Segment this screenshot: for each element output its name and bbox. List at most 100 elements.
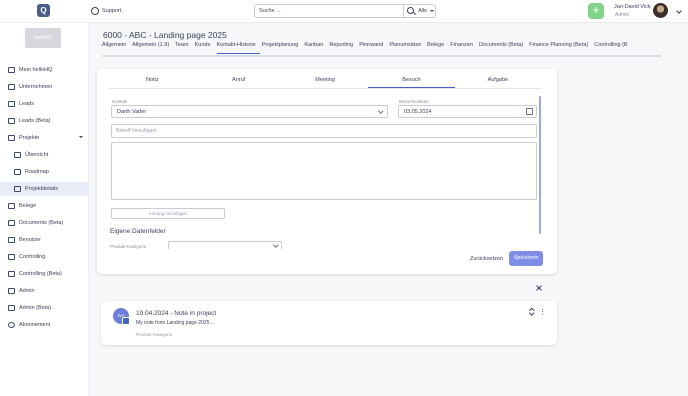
tab-kontakt-historie[interactable]: Kontakt-Historie — [216, 42, 260, 54]
subtab-notiz[interactable]: Notiz — [109, 77, 195, 88]
dashboard-icon — [8, 67, 15, 73]
entry-text: My note from Landing page 2025 ... — [136, 320, 215, 326]
sidebar-item-label: Leads (Beta) — [19, 118, 51, 124]
chevron-down-icon — [273, 242, 279, 248]
monitor-icon — [14, 152, 21, 158]
sidebar-item-admin-beta[interactable]: Admin (Beta) — [0, 301, 89, 315]
sidebar-item-label: Controlling — [19, 254, 46, 260]
sidebar-item-benutzer[interactable]: Benutzer — [0, 233, 89, 247]
tab-allgemein[interactable]: Allgemein — [102, 42, 130, 54]
roadmap-icon — [14, 169, 21, 175]
sidebar-item-projekte[interactable]: Projekte — [0, 131, 89, 145]
tab-reporting[interactable]: Reporting — [329, 42, 357, 54]
search-scope-select[interactable]: Alle — [418, 8, 427, 14]
tab-finance-planning-beta[interactable]: Finance Planning (Beta) — [529, 42, 592, 54]
avatar[interactable] — [653, 3, 668, 18]
sidebar-item-label: Mein helloHQ — [19, 67, 53, 73]
entry-title: 19.04.2024 - Note in project — [136, 310, 217, 317]
tab-finanzen[interactable]: Finanzen — [450, 42, 477, 54]
chevron-down-icon[interactable] — [430, 10, 434, 12]
tab-allgemein-1-9[interactable]: Allgemein (1.9) — [132, 42, 173, 54]
search-input[interactable]: Suche ... — [259, 8, 281, 14]
subtab-meeting[interactable]: Meeting — [282, 77, 368, 88]
tab-pinnwand[interactable]: Pinnwand — [359, 42, 387, 54]
expand-chevron-icon[interactable] — [529, 308, 535, 316]
visit-date-value: 03.05.2024 — [404, 109, 432, 115]
visit-date-label: Besuchsdatum — [399, 99, 429, 104]
tag-icon — [8, 118, 15, 124]
subject-placeholder: Betreff hinzufügen — [116, 128, 157, 134]
tools-icon — [8, 305, 15, 311]
sidebar-item-abonnement[interactable]: Abonnement — [0, 318, 89, 332]
tab-planumsaetze[interactable]: Planumsätze — [389, 42, 425, 54]
tools-icon — [8, 288, 15, 294]
sidebar-item-belege[interactable]: Belege — [0, 199, 89, 213]
receipt-icon — [8, 203, 15, 209]
visit-date-field[interactable]: 03.05.2024 — [398, 105, 537, 118]
sidebar-item-controlling-beta[interactable]: Controlling (Beta) — [0, 267, 89, 281]
note-type-icon — [122, 317, 130, 325]
sidebar-item-uebersicht[interactable]: Übersicht — [0, 148, 89, 162]
category-select[interactable] — [168, 241, 282, 249]
sidebar-item-mein-hellohq[interactable]: Mein helloHQ — [0, 63, 89, 77]
search-icon[interactable] — [407, 7, 414, 14]
notes-textarea[interactable] — [111, 142, 537, 200]
search-box[interactable]: Suche ... Alle — [254, 4, 436, 18]
lifebuoy-icon — [91, 7, 99, 15]
tab-projektplanung[interactable]: Projektplanung — [262, 42, 303, 54]
app-logo[interactable]: Q — [37, 4, 50, 17]
collapse-all-chevron-icon[interactable] — [536, 283, 542, 293]
attachment-label: Anhang hinzufügen — [148, 211, 188, 216]
tab-team[interactable]: Team — [175, 42, 192, 54]
sidebar-item-projektdetails[interactable]: Projektdetails — [0, 182, 89, 196]
tab-belege[interactable]: Belege — [427, 42, 448, 54]
sidebar-item-label: Abonnement — [19, 322, 51, 328]
subtab-anruf[interactable]: Anruf — [195, 77, 281, 88]
sidebar-item-leads-beta[interactable]: Leads (Beta) — [0, 114, 89, 128]
user-name[interactable]: Jan-David Vick — [614, 4, 651, 10]
search-divider — [403, 5, 404, 17]
sidebar-item-controlling[interactable]: Controlling — [0, 250, 89, 264]
tab-controlling-beta[interactable]: Controlling (B — [594, 42, 631, 54]
tab-kanban[interactable]: Kanban — [304, 42, 327, 54]
sidebar-item-unternehmen[interactable]: Unternehmen — [0, 80, 89, 94]
subject-input[interactable]: Betreff hinzufügen — [111, 124, 537, 138]
custom-fields-title: Eigene Datenfelder — [110, 228, 166, 235]
sidebar-item-documents-beta[interactable]: Documents (Beta) — [0, 216, 89, 230]
tab-documents-beta[interactable]: Documents (Beta) — [479, 42, 527, 54]
contact-value: Darth Vader — [117, 109, 147, 115]
history-entry-card[interactable]: JvA 19.04.2024 - Note in project My note… — [101, 301, 557, 345]
org-logo: helloHQ — [25, 28, 61, 48]
reset-button[interactable]: Zurücksetzen — [470, 256, 503, 262]
gear-icon — [8, 322, 15, 328]
sidebar-item-label: Controlling (Beta) — [19, 271, 62, 277]
details-icon — [14, 186, 21, 192]
contact-select[interactable]: Darth Vader — [111, 105, 388, 118]
project-tabs: Allgemein Allgemein (1.9) Team Kunde Kon… — [102, 42, 634, 54]
user-role: Admin — [615, 12, 630, 18]
activity-type-tabs: Notiz Anruf Meeting Besuch Aufgabe — [109, 77, 541, 89]
sidebar-item-leads[interactable]: Leads — [0, 97, 89, 111]
add-attachment-button[interactable]: Anhang hinzufügen — [111, 208, 225, 219]
more-menu-icon[interactable]: ⋮ — [539, 308, 546, 316]
sidebar-item-roadmap[interactable]: Roadmap — [0, 165, 89, 179]
chevron-down-icon — [79, 136, 83, 138]
sidebar-item-admin[interactable]: Admin — [0, 284, 89, 298]
document-icon — [8, 220, 15, 226]
tabs-scrollbar[interactable] — [102, 55, 661, 57]
user-menu-chevron-icon[interactable] — [676, 8, 682, 14]
form-scrollbar[interactable] — [539, 96, 541, 234]
calendar-icon[interactable] — [526, 108, 533, 115]
sidebar-item-label: Leads — [19, 101, 34, 107]
sidebar-item-label: Documents (Beta) — [19, 220, 64, 226]
support-link[interactable]: Support — [91, 6, 121, 16]
sidebar-item-label: Projekte — [19, 135, 40, 141]
monitor-icon — [8, 254, 15, 260]
folder-icon — [8, 135, 15, 141]
sidebar-item-label: Unternehmen — [19, 84, 53, 90]
subtab-aufgabe[interactable]: Aufgabe — [455, 77, 541, 88]
save-button[interactable]: Speichern — [509, 251, 543, 266]
add-button[interactable]: + — [588, 3, 604, 19]
tab-kunde[interactable]: Kunde — [195, 42, 215, 54]
subtab-besuch[interactable]: Besuch — [368, 77, 455, 88]
